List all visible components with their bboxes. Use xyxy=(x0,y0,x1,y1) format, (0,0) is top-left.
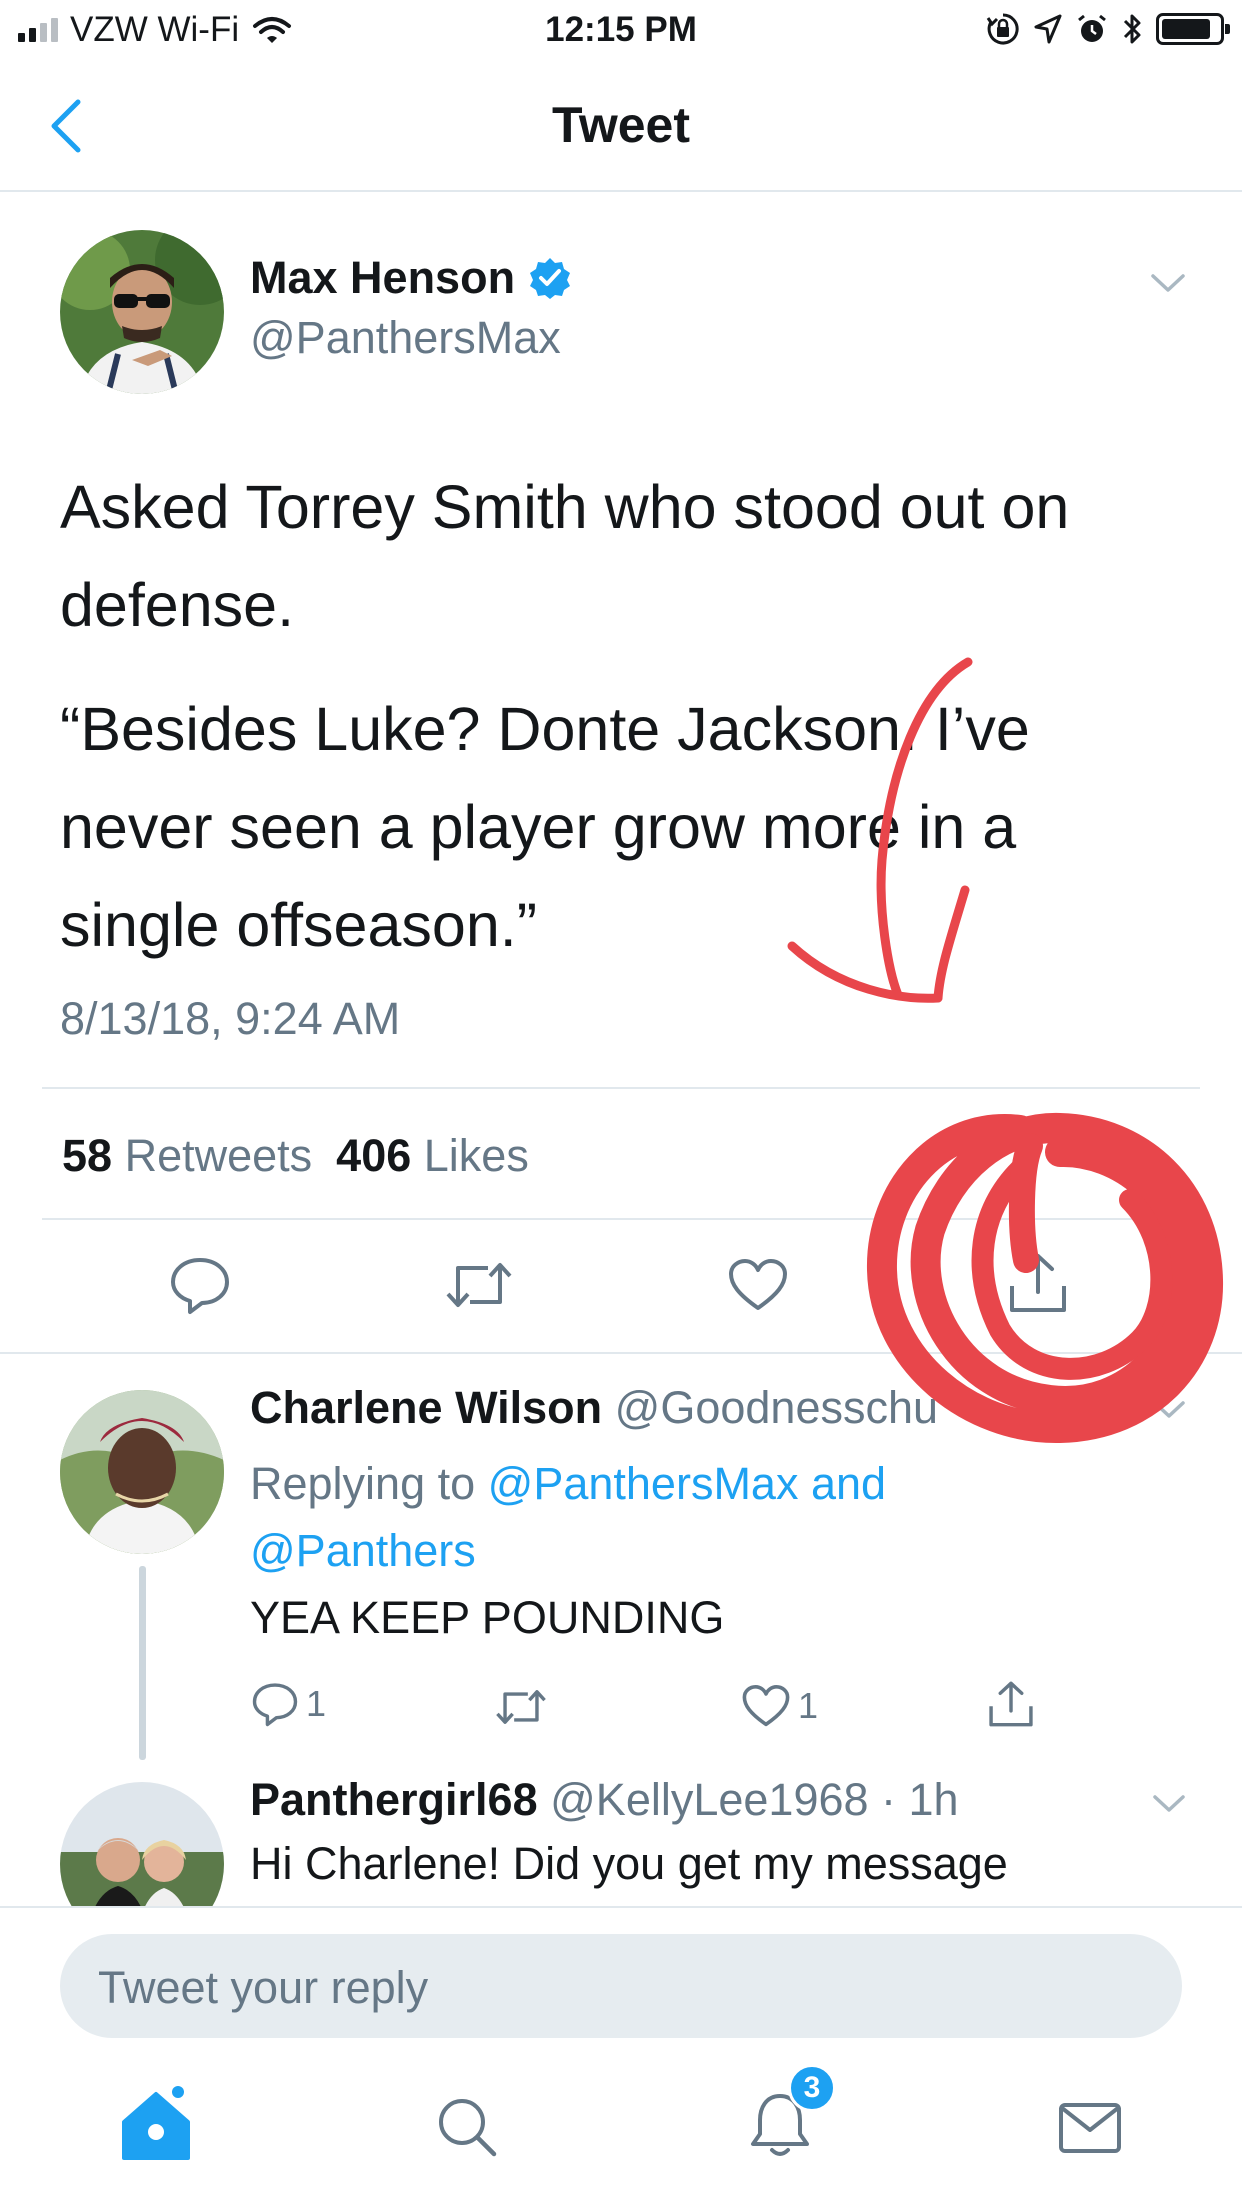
tab-notifications[interactable]: 3 xyxy=(748,2064,836,2160)
replying-to-link[interactable]: @PanthersMax and xyxy=(488,1458,886,1509)
reply-author-name[interactable]: Panthergirl68 xyxy=(250,1774,538,1825)
author-name-row[interactable]: Max Henson xyxy=(250,252,571,304)
share-icon xyxy=(1010,1254,1066,1312)
reply-like-button[interactable]: 1 xyxy=(742,1684,818,1728)
retweet-icon xyxy=(496,1690,546,1724)
tweet-quote-line: “Besides Luke? Donte Jackson. I’ve xyxy=(60,695,1030,763)
search-icon xyxy=(439,2099,497,2157)
reply-icon xyxy=(252,1683,298,1727)
reply-like-count: 1 xyxy=(798,1685,819,1726)
battery-icon xyxy=(1156,13,1230,45)
tweet-body: Asked Torrey Smith who stood out on defe… xyxy=(60,458,1200,974)
reply-reply-button[interactable]: 1 xyxy=(252,1682,327,1727)
notifications-badge: 3 xyxy=(788,2064,836,2112)
reply-menu-button[interactable] xyxy=(1152,1794,1186,1814)
divider xyxy=(0,1352,1242,1354)
divider xyxy=(42,1218,1200,1220)
status-icons xyxy=(986,12,1230,46)
tab-home[interactable] xyxy=(120,2086,192,2162)
retweets-stat[interactable]: 58 Retweets xyxy=(62,1130,312,1182)
mail-icon xyxy=(1059,2103,1121,2153)
status-bar: VZW Wi-Fi 12:15 PM xyxy=(0,0,1242,62)
tab-search[interactable] xyxy=(436,2096,498,2158)
chevron-down-icon xyxy=(1153,1401,1185,1418)
tab-messages[interactable] xyxy=(1058,2102,1122,2154)
reply-avatar[interactable] xyxy=(60,1782,224,1906)
tab-bar: 3 xyxy=(0,2046,1242,2208)
retweet-count: 58 xyxy=(62,1130,113,1181)
reply-share-button[interactable] xyxy=(988,1680,1034,1728)
share-icon xyxy=(989,1681,1033,1727)
reply-retweet-button[interactable] xyxy=(494,1688,548,1726)
heart-icon xyxy=(742,1685,790,1727)
orientation-lock-icon xyxy=(986,13,1019,45)
author-avatar[interactable] xyxy=(60,230,224,394)
verified-badge-icon xyxy=(530,258,571,299)
reply-icon xyxy=(171,1258,229,1314)
engagement-stats: 58 Retweets 406 Likes xyxy=(62,1130,529,1182)
tweet-text-line: Asked Torrey Smith who stood out on xyxy=(60,473,1070,541)
page-title: Tweet xyxy=(552,97,690,153)
reply-button[interactable] xyxy=(170,1256,230,1314)
chevron-down-icon xyxy=(1153,1795,1185,1812)
replying-to: Replying to @PanthersMax and @Panthers xyxy=(250,1450,886,1584)
thread-line xyxy=(139,1566,146,1760)
share-button[interactable] xyxy=(1008,1252,1068,1314)
reply-author-name[interactable]: Charlene Wilson xyxy=(250,1382,602,1433)
reply-input-placeholder: Tweet your reply xyxy=(98,1962,429,2013)
reply-menu-button[interactable] xyxy=(1152,1400,1186,1420)
tweet-quote-line: never seen a player grow more in a xyxy=(60,793,1017,861)
author-name: Max Henson xyxy=(250,252,516,303)
reply-input[interactable]: Tweet your reply xyxy=(60,1934,1182,2038)
reply-text: YEA KEEP POUNDING xyxy=(250,1592,725,1643)
reply-avatar[interactable] xyxy=(60,1390,224,1554)
tweet-timestamp: 8/13/18, 9:24 AM xyxy=(60,993,401,1044)
reply-header: Charlene Wilson @Goodnesschu xyxy=(250,1382,1170,1434)
retweet-icon xyxy=(446,1263,512,1307)
tweet-menu-button[interactable] xyxy=(1150,272,1186,294)
reply-author-handle[interactable]: @KellyLee1968 xyxy=(550,1774,868,1825)
likes-stat[interactable]: 406 Likes xyxy=(336,1130,529,1182)
alarm-icon xyxy=(1078,14,1106,42)
location-icon xyxy=(1034,14,1062,44)
reply-time: · 1h xyxy=(881,1774,959,1825)
author-handle[interactable]: @PanthersMax xyxy=(250,312,561,364)
reply-count: 1 xyxy=(306,1683,327,1724)
like-button[interactable] xyxy=(728,1258,788,1312)
tweet-text-line: defense. xyxy=(60,571,295,639)
composer-bar: Tweet your reply xyxy=(0,1906,1242,2046)
reply-2-container: Panthergirl68 @KellyLee1968 · 1h Hi Char… xyxy=(0,1760,1242,1906)
replying-to-link[interactable]: @Panthers xyxy=(250,1517,886,1584)
chevron-down-icon xyxy=(1151,274,1185,292)
like-label: Likes xyxy=(423,1130,529,1181)
home-icon xyxy=(122,2086,190,2160)
reply-author-handle[interactable]: @Goodnesschu xyxy=(615,1382,938,1433)
reply-text: Hi Charlene! Did you get my message xyxy=(250,1838,1008,1889)
battery-fill xyxy=(1162,19,1210,39)
navigation-bar: Tweet xyxy=(0,62,1242,192)
divider xyxy=(42,1087,1200,1089)
tweet-quote-line: single offseason.” xyxy=(60,891,538,959)
heart-icon xyxy=(729,1259,787,1310)
like-count: 406 xyxy=(336,1130,412,1181)
reply-2-header: Panthergirl68 @KellyLee1968 · 1h xyxy=(250,1774,959,1826)
retweet-button[interactable] xyxy=(444,1260,514,1310)
replying-to-label: Replying to xyxy=(250,1458,476,1509)
retweet-label: Retweets xyxy=(124,1130,313,1181)
bluetooth-icon xyxy=(1123,14,1141,44)
notifications-count: 3 xyxy=(803,2071,821,2104)
